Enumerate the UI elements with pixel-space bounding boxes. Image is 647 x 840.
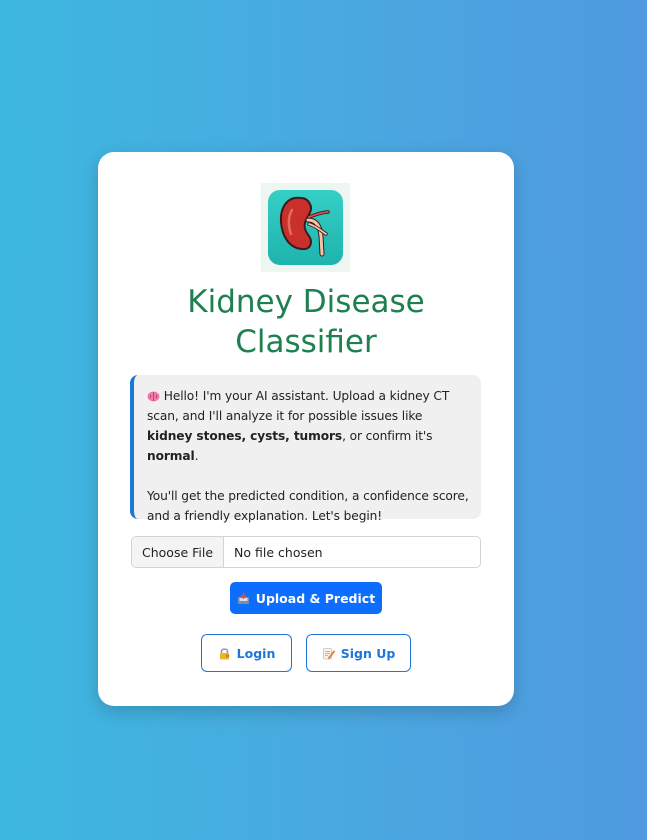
assistant-message: Hello! I'm your AI assistant. Upload a k… xyxy=(130,375,481,523)
assistant-intro: Hello! I'm your AI assistant. Upload a k… xyxy=(147,387,450,463)
login-label: Login xyxy=(236,645,276,661)
sign-up-label: Sign Up xyxy=(340,645,396,661)
page-title: Kidney Disease Classifier xyxy=(98,282,514,362)
choose-file-button[interactable]: Choose File xyxy=(132,537,225,567)
assistant-details: You'll get the predicted condition, a co… xyxy=(147,489,469,523)
login-button[interactable]: Login xyxy=(201,634,292,672)
brain-icon xyxy=(147,387,160,402)
classifier-card: Kidney Disease Classifier Hello! I'm you… xyxy=(98,152,514,706)
sign-up-button[interactable]: Sign Up xyxy=(306,634,411,672)
file-input[interactable]: Choose File No file chosen xyxy=(131,536,481,568)
kidney-logo-icon xyxy=(268,190,343,265)
upload-predict-label: Upload & Predict xyxy=(255,590,376,606)
file-status: No file chosen xyxy=(234,544,323,560)
title-line-1: Kidney Disease xyxy=(187,284,425,320)
title-line-2: Classifier xyxy=(235,324,377,360)
app-logo xyxy=(261,183,350,272)
lock-key-icon xyxy=(218,647,231,660)
inbox-tray-icon xyxy=(237,592,250,605)
memo-icon xyxy=(322,647,335,660)
upload-predict-button[interactable]: Upload & Predict xyxy=(230,582,382,614)
